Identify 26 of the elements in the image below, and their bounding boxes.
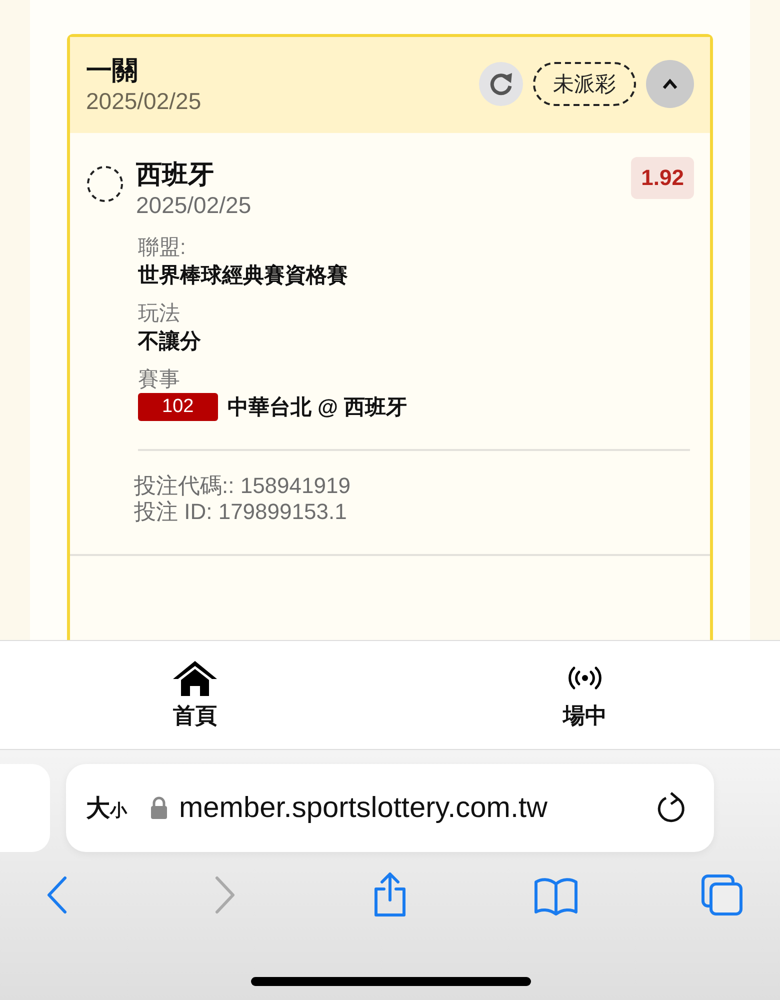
lock-icon (149, 796, 169, 820)
field-label: 玩法 (138, 301, 181, 327)
home-tab[interactable]: 首頁 (95, 641, 295, 749)
select-circle-icon[interactable] (86, 165, 124, 203)
field-value: 世界棒球經典賽資格賽 (138, 262, 348, 289)
odds-badge: 1.92 (631, 157, 694, 199)
collapse-button[interactable] (646, 60, 694, 108)
url-text: member.sportslottery.com.tw (179, 792, 549, 824)
text-size-button[interactable]: 大小 (86, 792, 139, 824)
match-number-badge: 102 (138, 393, 218, 421)
home-icon (171, 659, 219, 697)
match-date: 2025/02/25 (136, 192, 252, 219)
field-value: 中華台北 @ 西班牙 (228, 395, 407, 421)
team-name: 西班牙 (136, 158, 215, 191)
field-value: 不讓分 (138, 328, 201, 355)
live-tab[interactable]: 場中 (485, 641, 685, 749)
bet-date: 2025/02/25 (86, 88, 202, 115)
field-label: 聯盟: (138, 235, 187, 261)
caret-icon (660, 77, 680, 91)
bet-code: 投注代碼:: 158941919 (134, 473, 352, 500)
refresh-button[interactable] (479, 62, 523, 106)
status-badge: 未派彩 (533, 62, 636, 106)
bet-id: 投注 ID: 179899153.1 (134, 499, 348, 526)
bet-title: 一關 (86, 54, 139, 87)
field-label: 賽事 (138, 367, 181, 393)
address-bar[interactable]: 大小 member.sportslottery.com.tw (66, 764, 714, 852)
